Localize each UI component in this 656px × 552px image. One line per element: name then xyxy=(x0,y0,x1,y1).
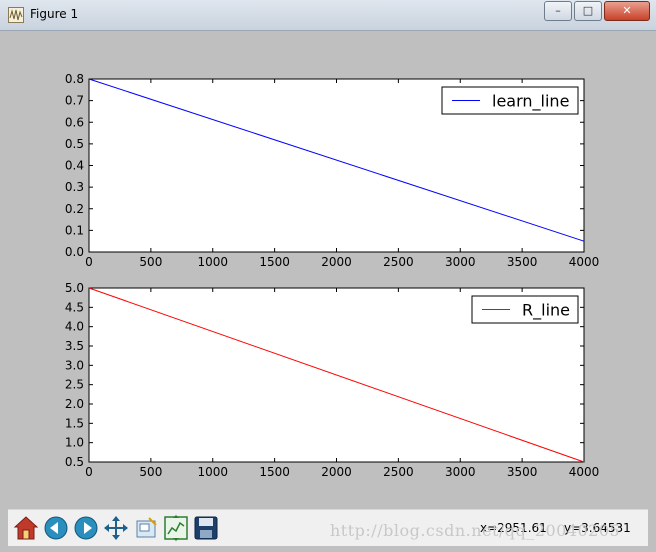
x-tick-label: 2500 xyxy=(383,255,414,269)
figure-canvas[interactable]: 0 500 1000 1500 2000 2500 3000 3500 4000 0.0 0.1 0.… xyxy=(8,31,648,509)
y-tick-label: 2.5 xyxy=(65,378,84,392)
watermark-text: http://blog.csdn.net/qq_20040205 xyxy=(330,521,621,540)
x-tick-label: 3500 xyxy=(507,255,538,269)
maximize-button[interactable]: □ xyxy=(574,1,602,21)
y-tick-label: 0.5 xyxy=(65,137,84,151)
y-tick-label: 1.0 xyxy=(65,436,84,450)
y-tick-label: 0.7 xyxy=(65,94,84,108)
home-icon xyxy=(13,516,39,540)
zoom-button[interactable] xyxy=(132,514,160,542)
configure-subplots-icon xyxy=(164,515,188,541)
minimize-button[interactable]: – xyxy=(544,1,572,21)
y-tick-label: 3.5 xyxy=(65,339,84,353)
x-tick-label: 1500 xyxy=(259,465,290,479)
x-tick-label: 500 xyxy=(139,255,162,269)
pan-move-icon xyxy=(104,516,128,540)
x-tick-label: 4000 xyxy=(569,255,600,269)
subplot-1: 0 500 1000 1500 2000 2500 3000 3500 4000 0.0 0.1 0.… xyxy=(65,72,599,269)
y-tick-label: 5.0 xyxy=(65,281,84,295)
x-tick-label: 500 xyxy=(139,465,162,479)
pan-button[interactable] xyxy=(102,514,130,542)
y-tick-label: 0.1 xyxy=(65,223,84,237)
minimize-icon: – xyxy=(555,4,561,17)
forward-button[interactable] xyxy=(72,514,100,542)
x-tick-label: 3000 xyxy=(445,465,476,479)
x-tick-label: 1000 xyxy=(197,465,228,479)
save-button[interactable] xyxy=(192,514,220,542)
legend: R_line xyxy=(471,295,579,324)
figure-svg[interactable]: 0 500 1000 1500 2000 2500 3000 3500 4000 0.0 0.1 0.… xyxy=(8,31,648,509)
y-tick-label: 0.3 xyxy=(65,180,84,194)
x-tick-label: 0 xyxy=(85,255,93,269)
maximize-icon: □ xyxy=(582,4,594,17)
close-button[interactable]: ✕ xyxy=(604,1,650,21)
back-button[interactable] xyxy=(42,514,70,542)
x-tick-label: 2000 xyxy=(321,255,352,269)
save-disk-icon xyxy=(194,516,218,540)
y-tick-label: 4.5 xyxy=(65,300,84,314)
y-tick-label: 0.0 xyxy=(65,245,84,259)
configure-subplots-button[interactable] xyxy=(162,514,190,542)
x-tick-label: 2000 xyxy=(321,465,352,479)
x-tick-label: 0 xyxy=(85,465,93,479)
y-tick-label: 0.4 xyxy=(65,159,84,173)
x-tick-label: 1000 xyxy=(197,255,228,269)
legend: learn_line xyxy=(441,86,579,115)
y-tick-label: 0.8 xyxy=(65,72,84,86)
close-icon: ✕ xyxy=(622,4,632,17)
y-tick-label: 0.5 xyxy=(65,455,84,469)
back-arrow-icon xyxy=(44,516,68,540)
y-tick-label: 1.5 xyxy=(65,416,84,430)
legend-label: learn_line xyxy=(492,92,569,112)
y-tick-label: 0.6 xyxy=(65,115,84,129)
forward-arrow-icon xyxy=(74,516,98,540)
window-controls: – □ ✕ xyxy=(542,1,650,21)
x-tick-label: 4000 xyxy=(569,465,600,479)
matplotlib-app-icon xyxy=(8,7,24,23)
y-tick-label: 4.0 xyxy=(65,320,84,334)
y-tick-label: 0.2 xyxy=(65,202,84,216)
y-tick-label: 2.0 xyxy=(65,397,84,411)
zoom-rect-icon xyxy=(136,517,157,538)
subplot-2: 0 500 1000 1500 2000 2500 3000 3500 4000 0.5 1.0 1.… xyxy=(65,281,599,479)
x-tick-label: 3000 xyxy=(445,255,476,269)
home-button[interactable] xyxy=(12,514,40,542)
x-tick-label: 2500 xyxy=(383,465,414,479)
y-tick-label: 3.0 xyxy=(65,358,84,372)
x-tick-label: 1500 xyxy=(259,255,290,269)
x-tick-label: 3500 xyxy=(507,465,538,479)
legend-label: R_line xyxy=(522,301,570,321)
window-title: Figure 1 xyxy=(30,7,79,21)
window-titlebar[interactable]: Figure 1 – □ ✕ xyxy=(0,0,656,31)
